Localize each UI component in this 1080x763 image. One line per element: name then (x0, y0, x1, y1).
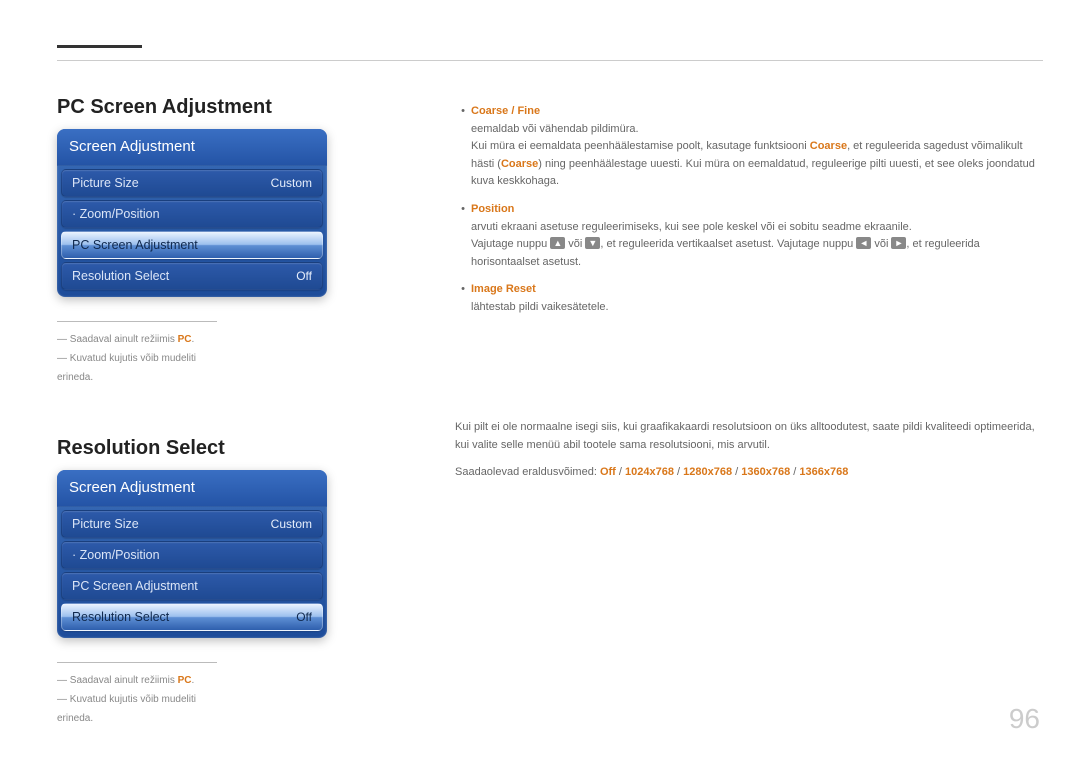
bullet-image-reset: • Image Reset lähtestab pildi vaikesätet… (455, 281, 1035, 316)
bullet-text: arvuti ekraani asetuse reguleerimiseks, … (471, 219, 1035, 237)
menu-title: Screen Adjustment (57, 129, 327, 166)
bullet-coarse-fine: • Coarse / Fine eemaldab või vähendab pi… (455, 103, 1035, 191)
bullet-title: Position (471, 203, 514, 215)
bullet-dot: • (455, 103, 471, 191)
menu-item-label: Picture Size (72, 176, 139, 190)
footnote: Kuvatud kujutis võib mudeliti erineda. (57, 349, 217, 387)
menu-item-label: Resolution Select (72, 610, 169, 624)
left-column: PC Screen Adjustment Screen Adjustment P… (57, 96, 347, 728)
menu-item-label: Zoom/Position (72, 207, 160, 221)
menu-title: Screen Adjustment (57, 470, 327, 507)
menu-item-label: PC Screen Adjustment (72, 579, 198, 593)
up-arrow-icon: ▲ (550, 237, 565, 249)
menu-panel-1: Screen Adjustment Picture Size Custom Zo… (57, 129, 327, 297)
bullet-text: Vajutage nuppu ▲ või ▼, et reguleerida v… (471, 236, 1035, 271)
menu-item-value: Custom (271, 176, 312, 190)
menu-item-value: Off (296, 269, 312, 283)
header-thick-rule (57, 45, 142, 48)
menu-item-picture-size[interactable]: Picture Size Custom (61, 510, 323, 538)
bullet-dot: • (455, 281, 471, 316)
menu-item-label: Zoom/Position (72, 548, 160, 562)
menu-item-value: Custom (271, 517, 312, 531)
section-pc-screen-adjustment: PC Screen Adjustment Screen Adjustment P… (57, 96, 347, 387)
section-resolution-select: Resolution Select Screen Adjustment Pict… (57, 437, 347, 728)
right-column-2: Kui pilt ei ole normaalne isegi siis, ku… (455, 419, 1035, 492)
right-column-1: • Coarse / Fine eemaldab või vähendab pi… (455, 103, 1035, 327)
menu-panel-2: Screen Adjustment Picture Size Custom Zo… (57, 470, 327, 638)
page-number: 96 (1009, 703, 1040, 735)
menu-item-value: Off (296, 610, 312, 624)
menu-item-label: PC Screen Adjustment (72, 238, 198, 252)
footnotes-2: Saadaval ainult režiimis PC. Kuvatud kuj… (57, 662, 217, 728)
section-title: PC Screen Adjustment (57, 96, 347, 119)
footnote: Saadaval ainult režiimis PC. (57, 330, 217, 349)
menu-item-pc-screen-adjustment[interactable]: PC Screen Adjustment (61, 231, 323, 259)
menu-item-label: Picture Size (72, 517, 139, 531)
down-arrow-icon: ▼ (585, 237, 600, 249)
paragraph-resolutions: Saadaolevad eraldusvõimed: Off / 1024x76… (455, 464, 1035, 482)
bullet-position: • Position arvuti ekraani asetuse regule… (455, 201, 1035, 271)
bullet-dot: • (455, 201, 471, 271)
left-arrow-icon: ◄ (856, 237, 871, 249)
menu-item-resolution-select[interactable]: Resolution Select Off (61, 262, 323, 290)
menu-item-pc-screen-adjustment[interactable]: PC Screen Adjustment (61, 572, 323, 600)
bullet-text: eemaldab või vähendab pildimüra. (471, 121, 1035, 139)
menu-item-zoom-position[interactable]: Zoom/Position (61, 541, 323, 569)
section-title: Resolution Select (57, 437, 347, 460)
right-arrow-icon: ► (891, 237, 906, 249)
footnotes-1: Saadaval ainult režiimis PC. Kuvatud kuj… (57, 321, 217, 387)
menu-item-label: Resolution Select (72, 269, 169, 283)
bullet-title: Coarse / Fine (471, 105, 540, 117)
footnote: Kuvatud kujutis võib mudeliti erineda. (57, 690, 217, 728)
paragraph: Kui pilt ei ole normaalne isegi siis, ku… (455, 419, 1035, 454)
bullet-text: lähtestab pildi vaikesätetele. (471, 299, 1035, 317)
menu-item-zoom-position[interactable]: Zoom/Position (61, 200, 323, 228)
header-rule (57, 60, 1043, 61)
menu-item-picture-size[interactable]: Picture Size Custom (61, 169, 323, 197)
bullet-title: Image Reset (471, 283, 536, 295)
menu-item-resolution-select[interactable]: Resolution Select Off (61, 603, 323, 631)
bullet-text: Kui müra ei eemaldata peenhäälestamise p… (471, 138, 1035, 191)
footnote: Saadaval ainult režiimis PC. (57, 671, 217, 690)
